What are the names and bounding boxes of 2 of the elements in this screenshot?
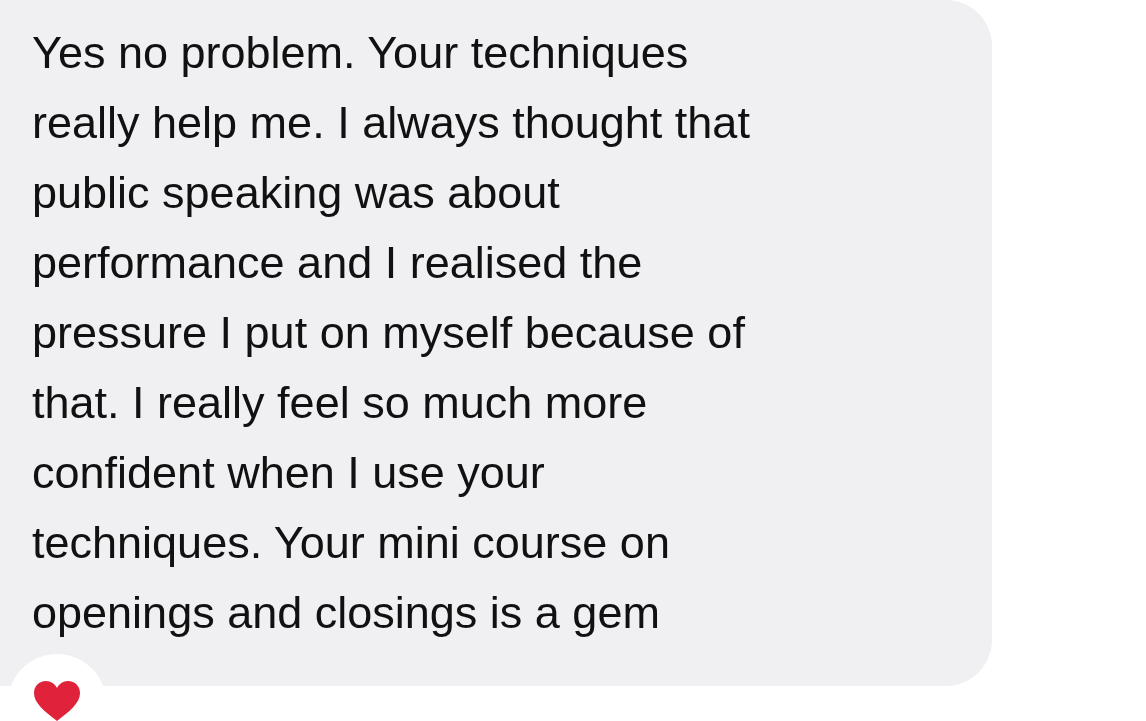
message-text: Yes no problem. Your techniques really help me. I always thought that public speaking was about performance and I realised the pressure I put on myself because of that. I really feel so much more confident when I use your techniques. Your mini course on openings and closings is a gem — [32, 26, 751, 640]
heart-icon — [34, 681, 80, 721]
